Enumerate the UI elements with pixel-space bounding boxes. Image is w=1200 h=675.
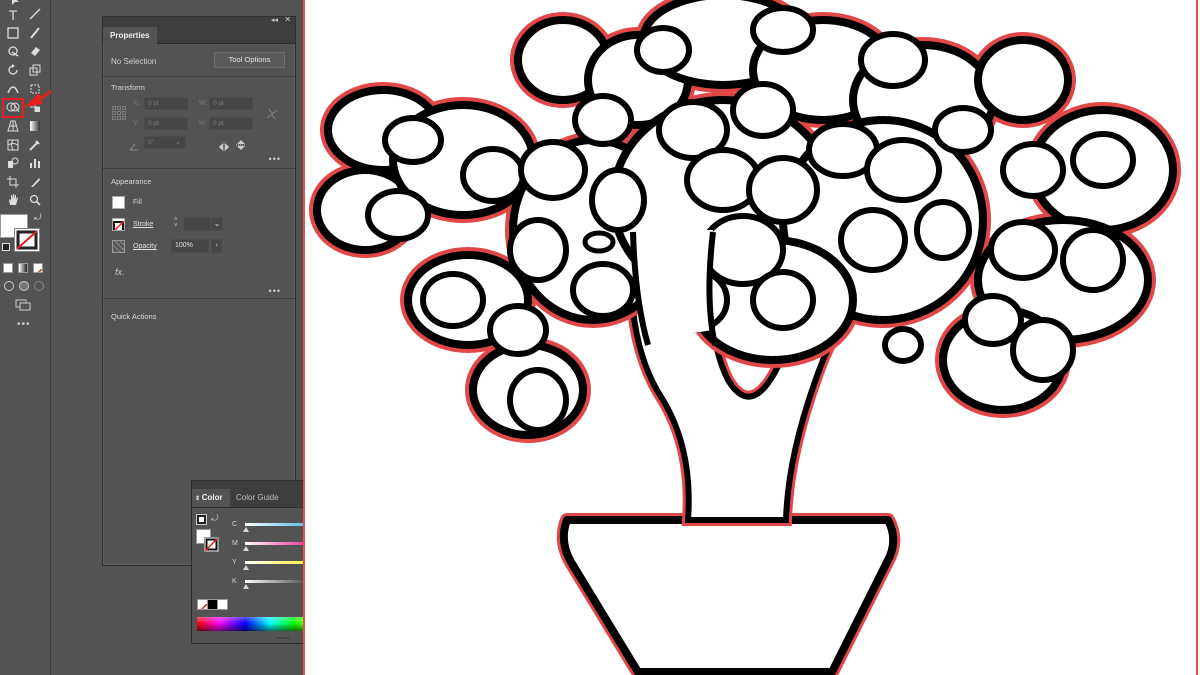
w-field[interactable]: 0 pt (209, 97, 253, 110)
rectangle-tool-icon[interactable] (3, 25, 23, 43)
cyan-slider-thumb[interactable] (243, 527, 249, 532)
yellow-label: Y (232, 559, 237, 566)
gradient-mode-icon[interactable] (18, 263, 28, 273)
h-field[interactable]: 0 pt (209, 117, 253, 130)
tab-color[interactable]: ⇕ Color (192, 489, 230, 507)
opacity-icon (112, 240, 125, 253)
slice-tool-icon[interactable] (25, 174, 45, 192)
blend-tool-icon[interactable] (3, 155, 23, 173)
tree-artwork[interactable] (303, 0, 1200, 675)
fill-label: Fill (133, 199, 142, 206)
appearance-more-options-icon[interactable]: ••• (269, 286, 281, 296)
flip-horizontal-icon[interactable] (218, 139, 230, 157)
draw-behind-icon[interactable] (19, 281, 29, 291)
yellow-slider-thumb[interactable] (243, 565, 249, 570)
transform-heading: Transform (111, 83, 145, 92)
eyedropper-tool-icon[interactable] (25, 137, 45, 155)
close-panel-icon[interactable]: ✕ (284, 15, 291, 24)
x-field[interactable]: 0 pt (144, 97, 188, 110)
hand-tool-icon[interactable] (3, 192, 23, 210)
canopy-group (309, 0, 1181, 443)
flip-vertical-icon[interactable] (236, 138, 246, 156)
color-mode-icon[interactable] (3, 263, 13, 273)
selection-status: No Selection (111, 57, 157, 66)
tool-options-button[interactable]: Tool Options (214, 52, 285, 68)
transform-more-options-icon[interactable]: ••• (269, 154, 281, 164)
artboard[interactable] (303, 0, 1200, 675)
zoom-tool-icon[interactable] (25, 192, 45, 210)
angle-icon (129, 138, 139, 156)
stroke-weight-stepper-icon[interactable]: ˄ ˅ (174, 217, 178, 229)
black-label: K (232, 578, 237, 585)
tab-properties[interactable]: Properties (103, 27, 157, 45)
stroke-weight-field[interactable] (184, 217, 211, 231)
quick-actions-heading: Quick Actions (111, 312, 157, 321)
perspective-grid-tool-icon[interactable] (3, 118, 23, 136)
fill-color-swatch[interactable] (112, 196, 125, 209)
stroke-swatch[interactable] (14, 228, 40, 252)
y-label: Y: (133, 120, 140, 127)
x-label: X: (133, 100, 140, 107)
tab-color-guide[interactable]: Color Guide (236, 489, 279, 507)
cyan-label: C (232, 521, 238, 528)
reference-point-icon[interactable] (112, 106, 126, 125)
default-fill-stroke-icon[interactable] (2, 243, 10, 251)
column-graph-tool-icon[interactable] (25, 155, 45, 173)
color-fill-stroke-icon[interactable] (196, 514, 207, 525)
angle-dropdown-icon[interactable]: ⌄ (175, 138, 181, 146)
color-swap-icon[interactable]: ⤾ (211, 513, 219, 524)
swap-fill-stroke-icon[interactable]: ⤾ (34, 212, 42, 223)
stroke-weight-dropdown-icon[interactable]: ⌄ (211, 217, 223, 231)
pot-shape (556, 513, 901, 675)
opacity-arrow-icon[interactable]: › (211, 239, 222, 253)
white-swatch[interactable] (217, 599, 228, 610)
magenta-slider-thumb[interactable] (243, 546, 249, 551)
edit-toolbar-icon[interactable]: ••• (17, 319, 31, 330)
draw-normal-icon[interactable] (4, 281, 14, 291)
gradient-tool-icon[interactable] (25, 118, 45, 136)
artboard-tool-icon[interactable] (3, 174, 23, 192)
fx-icon[interactable]: fx. (115, 267, 125, 277)
w-label: W: (199, 100, 208, 107)
black-slider-thumb[interactable] (243, 584, 249, 589)
stroke-color-swatch[interactable] (112, 218, 125, 231)
paintbrush-tool-icon[interactable] (25, 25, 45, 43)
line-tool-icon[interactable] (25, 6, 45, 24)
none-mode-icon[interactable] (33, 263, 43, 273)
color-stroke-swatch[interactable] (204, 537, 219, 552)
mesh-tool-icon[interactable] (3, 137, 23, 155)
collapse-panel-icon[interactable]: ◂◂ (271, 16, 278, 24)
constrain-proportions-icon[interactable] (266, 107, 278, 126)
draw-inside-icon[interactable] (34, 281, 44, 291)
stroke-label[interactable]: Stroke (133, 221, 153, 228)
shaper-tool-icon[interactable] (3, 43, 23, 61)
opacity-label[interactable]: Opacity (133, 243, 157, 250)
magenta-label: M (232, 540, 238, 547)
h-label: H: (199, 120, 206, 127)
y-field[interactable]: 0 pt (144, 117, 188, 130)
screen-mode-icon[interactable] (15, 298, 31, 316)
resize-handle[interactable] (276, 637, 290, 639)
eraser-tool-icon[interactable] (25, 43, 45, 61)
type-tool-icon[interactable]: T (3, 6, 23, 24)
appearance-heading: Appearance (111, 177, 152, 186)
opacity-field[interactable]: 100% (171, 239, 209, 253)
